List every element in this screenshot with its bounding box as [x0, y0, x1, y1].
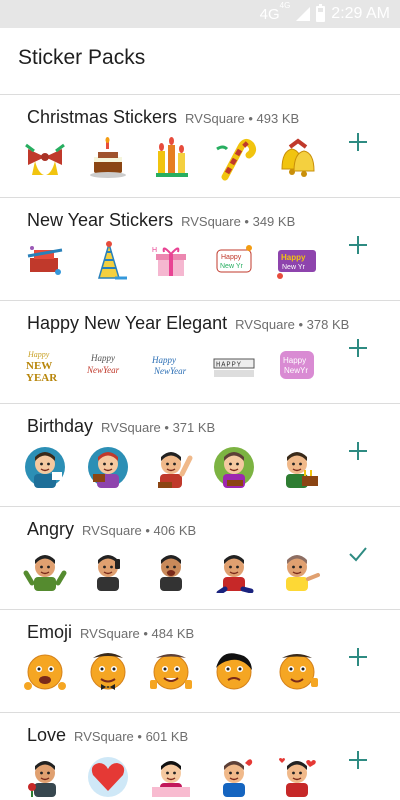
sticker-pack-row[interactable]: Love RVSquare • 601 KB [0, 712, 400, 800]
pack-header: Happy New Year Elegant RVSquare • 378 KB [27, 313, 349, 334]
sticker-pack-row[interactable]: Christmas Stickers RVSquare • 493 KB [0, 94, 400, 196]
candy-cane-icon [211, 135, 257, 181]
pack-meta: RVSquare • 371 KB [101, 420, 216, 435]
emoji-dark-hair-icon [211, 650, 257, 696]
sticker-previews [22, 753, 320, 799]
signal-icon [296, 7, 311, 21]
clock: 2:29 AM [331, 5, 390, 22]
man-candles-icon [274, 444, 320, 490]
pack-meta: RVSquare • 378 KB [235, 317, 350, 332]
pack-header: Christmas Stickers RVSquare • 493 KB [27, 107, 299, 128]
greeting-text-icon: Happy New Yr [211, 238, 257, 284]
pack-header: Birthday RVSquare • 371 KB [27, 416, 215, 437]
emoji-bowtie-icon [85, 650, 131, 696]
pack-meta: RVSquare • 493 KB [185, 111, 300, 126]
add-pack-plus-icon[interactable] [346, 130, 370, 154]
svg-text:HAPPY: HAPPY [216, 362, 242, 370]
man-waving-icon [148, 444, 194, 490]
love-rose-icon [22, 753, 68, 799]
emoji-shout-icon [22, 650, 68, 696]
candles-icon [148, 135, 194, 181]
sticker-previews [22, 135, 320, 181]
svg-text:NEW: NEW [26, 360, 52, 372]
svg-text:NewYear: NewYear [86, 365, 120, 375]
woman-cake-icon [85, 444, 131, 490]
svg-text:NewYr: NewYr [284, 366, 308, 375]
sticker-previews [22, 650, 320, 696]
sticker-previews [22, 547, 320, 593]
pack-name: New Year Stickers [27, 210, 174, 230]
pack-header: Love RVSquare • 601 KB [27, 725, 188, 746]
pack-header: Angry RVSquare • 406 KB [27, 519, 196, 540]
pack-meta: RVSquare • 406 KB [82, 523, 197, 538]
angry-man-phone-icon [85, 547, 131, 593]
status-bar: 4G4G 2:29 AM [0, 0, 400, 28]
pack-header: Emoji RVSquare • 484 KB [27, 622, 194, 643]
angry-man-pointing-icon [274, 547, 320, 593]
pack-meta: RVSquare • 601 KB [74, 729, 189, 744]
sticker-pack-row[interactable]: Happy New Year Elegant RVSquare • 378 KB H… [0, 300, 400, 402]
add-pack-plus-icon[interactable] [346, 748, 370, 772]
angry-man-yelling-icon [148, 547, 194, 593]
pack-name: Angry [27, 519, 75, 539]
svg-text:Happy: Happy [90, 353, 115, 363]
angry-man-green-icon [22, 547, 68, 593]
love-couple-icon [148, 753, 194, 799]
pack-name: Happy New Year Elegant [27, 313, 228, 333]
cake-icon [85, 135, 131, 181]
add-pack-plus-icon[interactable] [346, 439, 370, 463]
svg-text:Happy: Happy [221, 254, 242, 261]
sticker-previews: H Happy New Yr Happy New Yr [22, 238, 320, 284]
svg-text:H: H [152, 247, 157, 254]
add-pack-plus-icon[interactable] [346, 645, 370, 669]
bells-bow-icon [22, 135, 68, 181]
sticker-pack-row[interactable]: Birthday RVSquare • 371 KB [0, 403, 400, 505]
pack-header: New Year Stickers RVSquare • 349 KB [27, 210, 295, 231]
pack-name: Emoji [27, 622, 73, 642]
sticker-previews: Happy NEW YEAR Happy NewYear Happy NewYear HAPP… [22, 341, 320, 387]
happy-new-year-icon: Happy New Yr [274, 238, 320, 284]
love-boy-icon [211, 753, 257, 799]
pack-name: Love [27, 725, 67, 745]
network-indicator: 4G4G [259, 0, 291, 23]
svg-text:New Yr: New Yr [282, 264, 305, 271]
man-green-icon [211, 444, 257, 490]
cone-hat-icon [85, 238, 131, 284]
emoji-wink-icon [274, 650, 320, 696]
golden-bells-icon [274, 135, 320, 181]
pack-meta: RVSquare • 484 KB [80, 626, 195, 641]
banner-text-icon: HAPPY [211, 341, 257, 387]
pink-badge-icon: Happy NewYr [274, 341, 320, 387]
sticker-pack-row[interactable]: Angry RVSquare • 406 KB [0, 506, 400, 608]
new-year-text-icon: Happy NEW YEAR [22, 341, 68, 387]
sticker-pack-row[interactable]: New Year Stickers RVSquare • 349 KB H Happy… [0, 197, 400, 299]
added-check-icon[interactable] [346, 542, 370, 566]
pack-name: Christmas Stickers [27, 107, 178, 127]
sticker-previews [22, 444, 320, 490]
gift-box-icon: H [148, 238, 194, 284]
happy-script-icon: Happy NewYear [85, 341, 131, 387]
svg-text:Happy: Happy [151, 355, 176, 365]
pack-meta: RVSquare • 349 KB [181, 214, 296, 229]
angry-man-stomping-icon [211, 547, 257, 593]
love-heart-icon [85, 753, 131, 799]
emoji-thumbs-icon [148, 650, 194, 696]
svg-text:YEAR: YEAR [26, 372, 58, 384]
script-text-icon: Happy NewYear [148, 341, 194, 387]
pack-name: Birthday [27, 416, 94, 436]
love-hearts-icon [274, 753, 320, 799]
svg-text:Happy: Happy [281, 253, 306, 262]
svg-text:Happy: Happy [283, 356, 306, 365]
battery-icon [316, 4, 326, 22]
svg-text:New Yr: New Yr [220, 263, 243, 270]
sticker-pack-row[interactable]: Emoji RVSquare • 484 KB [0, 609, 400, 711]
svg-text:Happy: Happy [27, 350, 50, 359]
svg-text:NewYear: NewYear [153, 366, 187, 376]
man-cake-icon [22, 444, 68, 490]
party-hat-icon [22, 238, 68, 284]
add-pack-plus-icon[interactable] [346, 233, 370, 257]
add-pack-plus-icon[interactable] [346, 336, 370, 360]
